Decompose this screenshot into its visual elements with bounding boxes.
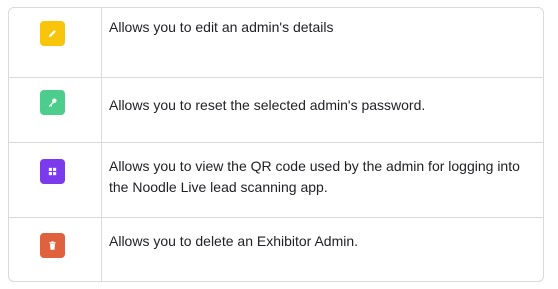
delete-button[interactable] (40, 233, 65, 258)
qr-code-button[interactable] (40, 159, 65, 184)
action-description: Allows you to reset the selected admin's… (109, 97, 426, 113)
reset-password-button[interactable] (40, 90, 65, 115)
admin-actions-table: Allows you to edit an admin's details Al… (8, 7, 544, 282)
icon-cell (9, 218, 102, 281)
key-icon (47, 97, 58, 108)
action-description: Allows you to edit an admin's details (109, 19, 334, 35)
action-description: Allows you to delete an Exhibitor Admin. (109, 233, 359, 249)
table-row: Allows you to reset the selected admin's… (9, 77, 543, 143)
pencil-icon (47, 28, 58, 39)
action-description: Allows you to view the QR code used by t… (109, 158, 520, 195)
edit-button[interactable] (40, 21, 65, 46)
grid-icon (47, 166, 58, 177)
trash-icon (47, 240, 58, 251)
icon-cell (9, 78, 102, 143)
table-row: Allows you to delete an Exhibitor Admin. (9, 217, 543, 281)
table-row: Allows you to edit an admin's details (9, 8, 543, 77)
table-row: Allows you to view the QR code used by t… (9, 142, 543, 218)
icon-cell (9, 143, 102, 218)
icon-cell (9, 8, 102, 77)
